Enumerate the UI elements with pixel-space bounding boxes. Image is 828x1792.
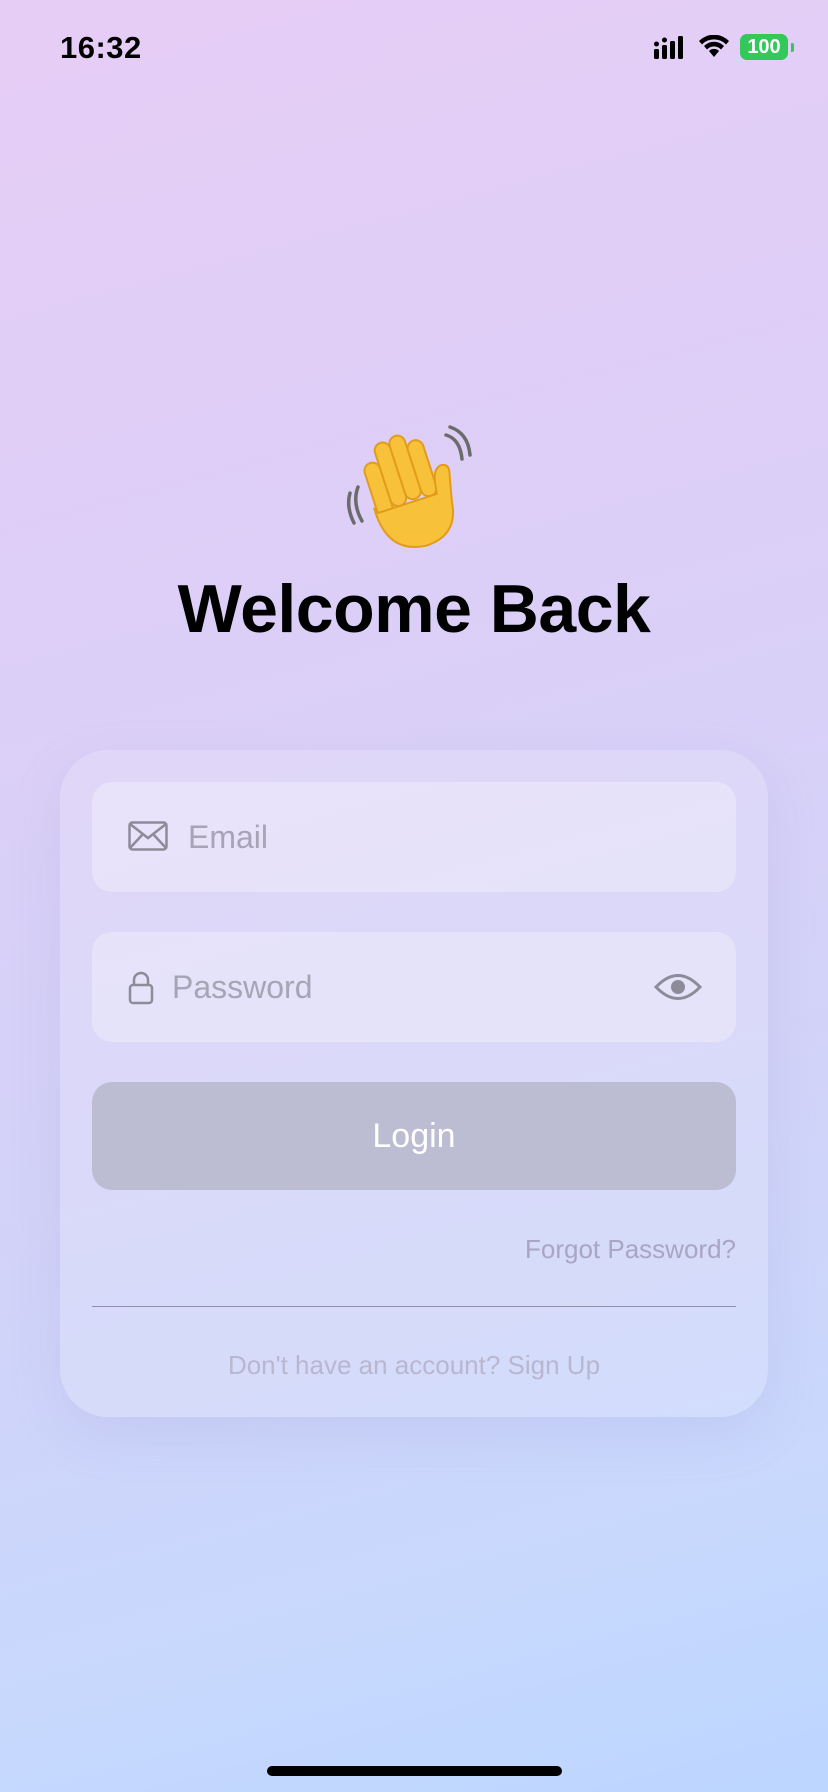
login-card: Login Forgot Password? Don't have an acc… <box>60 750 768 1417</box>
eye-icon[interactable] <box>654 972 702 1002</box>
waving-hand-icon <box>0 425 828 560</box>
email-input[interactable] <box>188 782 708 892</box>
email-field-container[interactable] <box>92 782 736 892</box>
home-indicator <box>267 1766 562 1776</box>
mail-icon <box>128 821 168 851</box>
status-icons: 100 <box>654 34 794 60</box>
password-input[interactable] <box>172 932 632 1042</box>
signup-link[interactable]: Don't have an account? Sign Up <box>60 1350 768 1381</box>
wifi-icon <box>699 35 729 57</box>
divider <box>92 1306 736 1307</box>
status-time: 16:32 <box>60 30 142 65</box>
password-field-container[interactable] <box>92 932 736 1042</box>
status-bar: 16:32 100 <box>0 0 828 100</box>
lock-icon <box>128 971 154 1005</box>
login-button[interactable]: Login <box>92 1082 736 1190</box>
battery-level: 100 <box>747 35 781 58</box>
signal-icon <box>654 36 683 59</box>
forgot-password-link[interactable]: Forgot Password? <box>525 1234 736 1265</box>
battery-icon: 100 <box>740 34 794 60</box>
page-title: Welcome Back <box>177 571 651 647</box>
